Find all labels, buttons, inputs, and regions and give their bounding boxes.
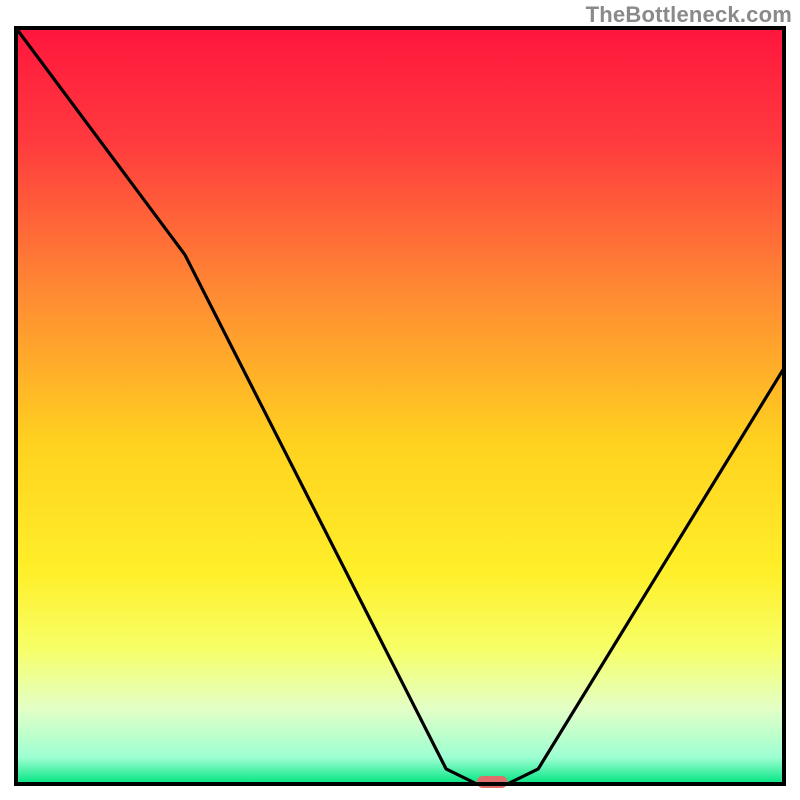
watermark-text: TheBottleneck.com xyxy=(586,2,792,28)
gradient-background xyxy=(16,28,784,784)
bottleneck-chart xyxy=(0,0,800,800)
